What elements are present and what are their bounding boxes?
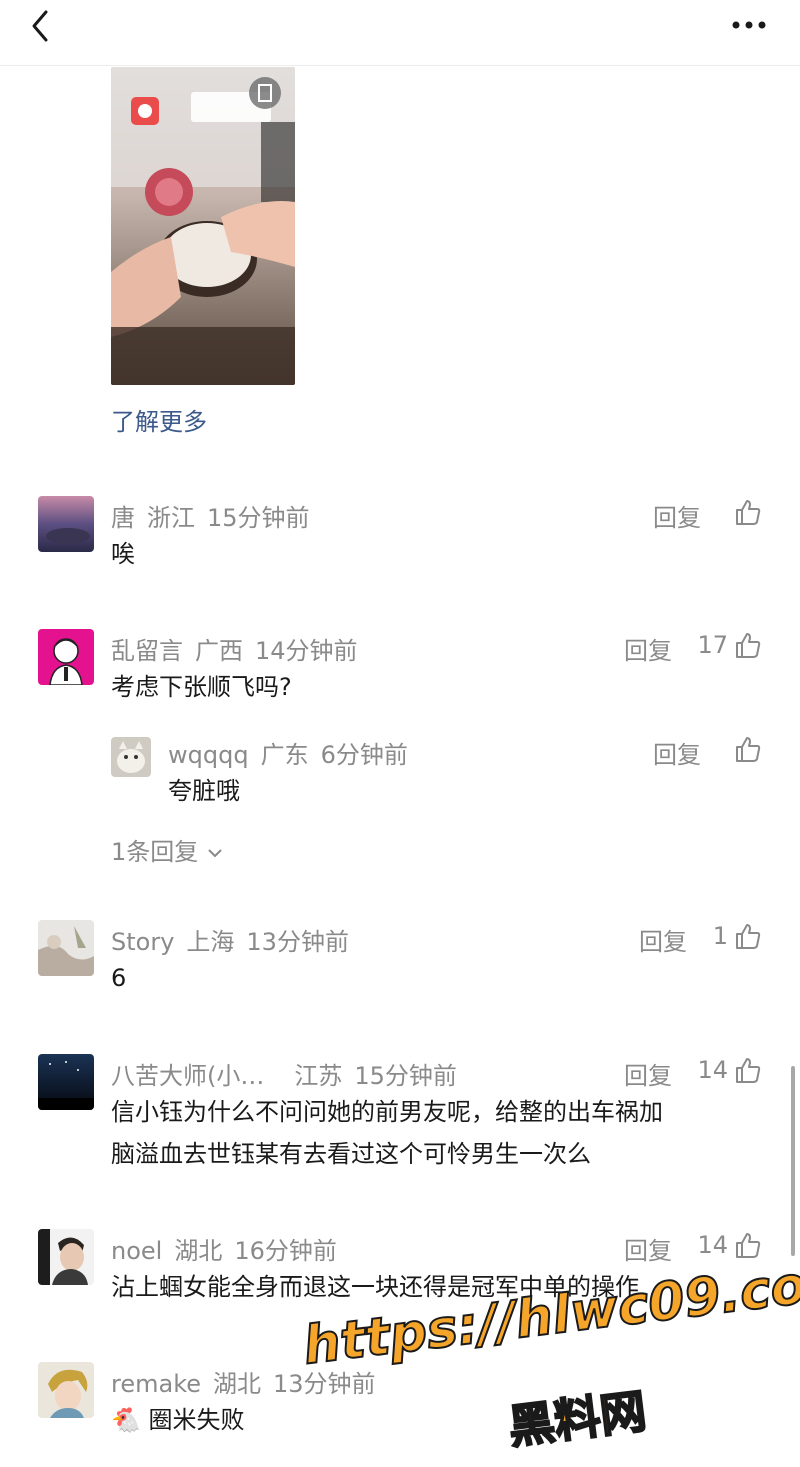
reply-meta: wqqqq 广东 6分钟前 bbox=[168, 735, 420, 770]
comment-time: 14分钟前 bbox=[255, 637, 358, 665]
comment-time: 15分钟前 bbox=[207, 504, 310, 532]
thumbs-up-icon[interactable] bbox=[734, 1231, 762, 1259]
comment-username[interactable]: Story bbox=[111, 928, 174, 956]
chicken-emoji: 🐔 bbox=[111, 1406, 141, 1434]
comment-username[interactable]: noel bbox=[111, 1237, 162, 1265]
comment-time: 15分钟前 bbox=[354, 1062, 457, 1090]
comment-region: 湖北 bbox=[213, 1370, 261, 1398]
avatar[interactable] bbox=[38, 1362, 94, 1418]
reply-button[interactable]: 回复 bbox=[653, 498, 701, 533]
comment-meta: 八苦大师(小… 江苏 15分钟前 bbox=[111, 1056, 469, 1091]
comment-time: 13分钟前 bbox=[246, 928, 349, 956]
like-count: 14 bbox=[697, 1056, 728, 1084]
comment-text-content: 圈米失败 bbox=[148, 1406, 245, 1434]
avatar[interactable] bbox=[38, 1229, 94, 1285]
reply-button[interactable]: 回复 bbox=[624, 631, 672, 666]
reply-username[interactable]: wqqqq bbox=[168, 741, 249, 769]
reply-button[interactable]: 回复 bbox=[639, 922, 687, 957]
reply-text: 夸脏哦 bbox=[168, 777, 240, 805]
comment-username[interactable]: 八苦大师(小… bbox=[111, 1062, 264, 1090]
comment-time: 16分钟前 bbox=[234, 1237, 337, 1265]
like-count: 14 bbox=[697, 1231, 728, 1259]
comment-meta: noel 湖北 16分钟前 bbox=[111, 1231, 349, 1266]
thumbs-up-icon[interactable] bbox=[734, 922, 762, 950]
comment-username[interactable]: remake bbox=[111, 1370, 201, 1398]
thumbs-up-icon[interactable] bbox=[734, 1056, 762, 1084]
comment-text: 6 bbox=[111, 964, 127, 992]
comment-region: 江苏 bbox=[294, 1062, 343, 1090]
chevron-down-icon bbox=[206, 838, 224, 866]
comment-meta: Story 上海 13分钟前 bbox=[111, 922, 361, 957]
avatar[interactable] bbox=[38, 1054, 94, 1110]
comment-text: 考虑下张顺飞吗? bbox=[111, 673, 292, 701]
thumbs-up-icon[interactable] bbox=[734, 498, 762, 526]
like-count: 1 bbox=[712, 922, 728, 950]
comment-region: 浙江 bbox=[147, 504, 195, 532]
avatar[interactable] bbox=[111, 737, 151, 777]
reply-button[interactable]: 回复 bbox=[653, 735, 701, 770]
comment-meta: 乱留言 广西 14分钟前 bbox=[111, 631, 370, 666]
learn-more-link[interactable]: 了解更多 bbox=[111, 402, 207, 437]
reply-button[interactable]: 回复 bbox=[624, 1056, 672, 1091]
comment-text: 唉 bbox=[111, 540, 135, 568]
comment-text: 🐔 圈米失败 bbox=[111, 1399, 245, 1441]
avatar[interactable] bbox=[38, 496, 94, 552]
watermark: https://hlwc09.com 黑料网 bbox=[290, 1248, 800, 1455]
comment-meta: 唐浙江 15分钟前 bbox=[111, 498, 322, 533]
more-dots-icon[interactable] bbox=[726, 10, 774, 40]
comment-username[interactable]: 唐 bbox=[111, 504, 135, 532]
watermark-site-name: 黑料网 bbox=[505, 1383, 651, 1455]
expand-replies-label: 1条回复 bbox=[111, 838, 199, 866]
comment-text-line: 信小钰为什么不问问她的前男友呢，给整的出车祸加 bbox=[111, 1098, 663, 1126]
expand-replies-button[interactable]: 1条回复 bbox=[111, 832, 224, 867]
comment-region: 广西 bbox=[195, 637, 243, 665]
reply-time: 6分钟前 bbox=[320, 741, 408, 769]
comment-region: 湖北 bbox=[174, 1237, 223, 1265]
scrollbar[interactable] bbox=[791, 1066, 795, 1256]
thumbs-up-icon[interactable] bbox=[734, 735, 762, 763]
avatar[interactable] bbox=[38, 920, 94, 976]
avatar[interactable] bbox=[38, 629, 94, 685]
comment-username[interactable]: 乱留言 bbox=[111, 637, 183, 665]
reply-region: 广东 bbox=[260, 741, 309, 769]
comment-text-line: 脑溢血去世钰某有去看过这个可怜男生一次么 bbox=[111, 1140, 591, 1168]
like-count: 17 bbox=[697, 631, 728, 659]
video-thumbnail[interactable] bbox=[111, 67, 295, 385]
reply-button[interactable]: 回复 bbox=[624, 1231, 672, 1266]
comment-region: 上海 bbox=[186, 928, 235, 956]
thumbs-up-icon[interactable] bbox=[734, 631, 762, 659]
top-bar bbox=[0, 0, 800, 66]
chevron-left-icon[interactable] bbox=[22, 6, 62, 46]
